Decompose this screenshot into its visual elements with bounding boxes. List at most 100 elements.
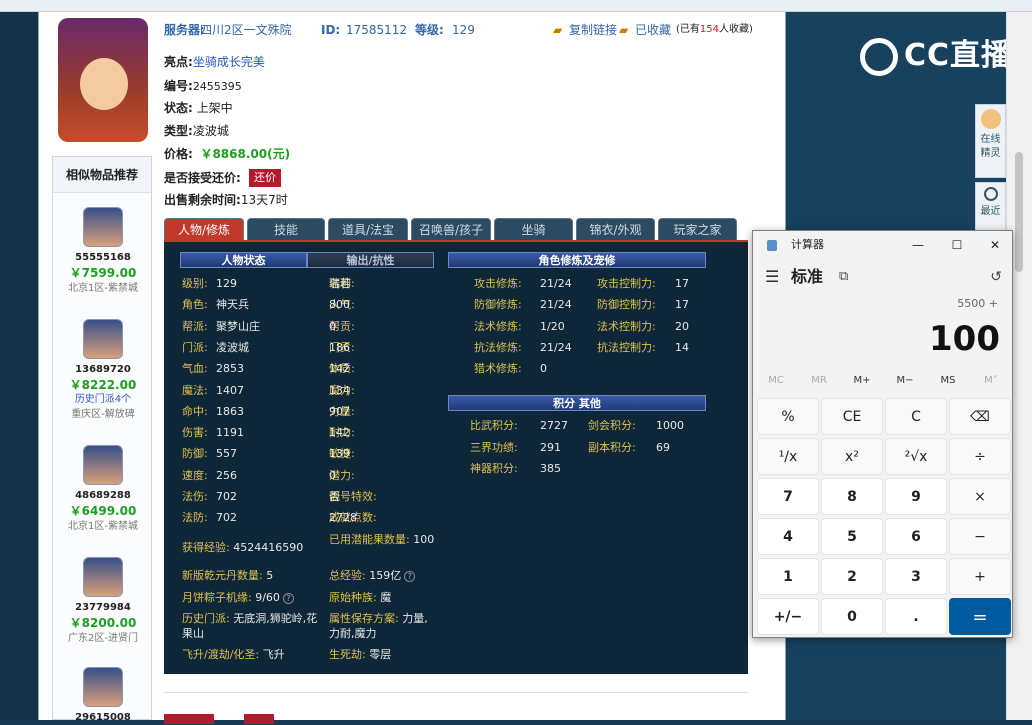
tab-items[interactable]: 道具/法宝 <box>328 218 408 240</box>
stat-label: 防御修炼: <box>474 298 522 312</box>
calc-key[interactable]: 7 <box>757 478 819 515</box>
minimize-icon[interactable]: — <box>903 231 933 259</box>
calculator-titlebar[interactable]: 计算器 — ☐ ✕ <box>753 231 1012 259</box>
calc-key[interactable]: ⌫ <box>949 398 1011 435</box>
stat-value: 1000 <box>656 419 684 432</box>
stat-row: 级别: 129 <box>182 276 237 292</box>
memory-button[interactable]: M+ <box>841 375 883 386</box>
calc-key[interactable]: 0 <box>821 598 883 635</box>
calc-key[interactable]: 9 <box>885 478 947 515</box>
stat-label: 法术控制力: <box>597 319 656 333</box>
calc-key[interactable]: x² <box>821 438 883 475</box>
online-assistant-button[interactable]: 在线精灵 <box>975 104 1006 178</box>
server-value[interactable]: 四川2区一文殊院 <box>200 20 292 40</box>
item-thumbnail[interactable] <box>83 445 123 485</box>
calc-key[interactable]: = <box>949 598 1011 635</box>
stat-row: 防御修炼: 21/24 <box>474 297 572 313</box>
history-icon[interactable]: ↺ <box>990 259 1002 295</box>
stat-value: 139 <box>329 447 350 461</box>
stat-row: 抗法控制力: 14 <box>597 340 689 356</box>
calc-key[interactable]: . <box>885 598 947 635</box>
menu-icon[interactable]: ☰ <box>765 259 779 295</box>
calc-key[interactable]: 1 <box>757 558 819 595</box>
action-button[interactable] <box>164 714 214 724</box>
similar-item[interactable]: 55555168 ￥7599.00 北京1区-紫禁城 <box>53 207 153 297</box>
stat-value: 129 <box>216 277 237 290</box>
similar-item[interactable]: 48689288 ￥6499.00 北京1区-紫禁城 <box>53 445 153 535</box>
item-thumbnail[interactable] <box>83 557 123 597</box>
stat-label: 伤害: <box>182 426 208 440</box>
calc-key[interactable]: C <box>885 398 947 435</box>
calc-key[interactable]: 5 <box>821 518 883 555</box>
stat-row: 法术修炼: 1/20 <box>474 319 565 335</box>
calc-key[interactable]: + <box>949 558 1011 595</box>
stat-row: 名称:瑞若 <box>329 277 355 290</box>
counter-offer-button[interactable]: 还价 <box>249 169 281 187</box>
stat-row: 靓号特效:否 <box>329 490 377 503</box>
calc-key[interactable]: 6 <box>885 518 947 555</box>
tab-pets[interactable]: 召唤兽/孩子 <box>411 218 491 240</box>
type-line: 类型:凌波城 <box>164 124 229 138</box>
tab-character[interactable]: 人物/修炼 <box>164 218 244 240</box>
highlight-line: 亮点:坐骑成长完美 <box>164 55 265 69</box>
stat-row: 命中: 1863 <box>182 404 244 420</box>
calc-key[interactable]: +/− <box>757 598 819 635</box>
left-background <box>0 12 38 720</box>
section-header-output[interactable]: 输出/抗性 <box>307 252 434 268</box>
calc-key[interactable]: ¹/x <box>757 438 819 475</box>
level-value: 129 <box>452 23 475 37</box>
tab-mounts[interactable]: 坐骑 <box>494 218 573 240</box>
stat-value: 702 <box>216 490 237 503</box>
calc-key[interactable]: − <box>949 518 1011 555</box>
calc-key[interactable]: × <box>949 478 1011 515</box>
section-header-status[interactable]: 人物状态 <box>180 252 307 268</box>
calc-key[interactable]: 3 <box>885 558 947 595</box>
similar-item[interactable]: 29615008 <box>53 667 153 725</box>
expression: 5500 + <box>957 297 998 310</box>
attr-plan-row: 属性保存方案: 力量,力耐,魔力 <box>329 612 428 640</box>
stat-row: 门贡:186 <box>329 340 355 354</box>
stat-row: 攻击修炼: 21/24 <box>474 276 572 292</box>
copy-link[interactable]: 复制链接 <box>569 20 617 40</box>
stat-label: 门派: <box>182 340 208 354</box>
calc-key[interactable]: ²√x <box>885 438 947 475</box>
stat-value: 557 <box>216 447 237 461</box>
memory-button[interactable]: MR <box>798 375 840 386</box>
calc-key[interactable]: 4 <box>757 518 819 555</box>
stat-value: 142 <box>329 362 350 376</box>
stat-row: 耐力:142 <box>329 426 355 440</box>
maximize-icon[interactable]: ☐ <box>942 231 972 259</box>
similar-item[interactable]: 13689720 ￥8222.00 历史门派4个 重庆区-解放碑 <box>53 319 153 423</box>
tab-home[interactable]: 玩家之家 <box>658 218 737 240</box>
similar-item[interactable]: 23779984 ￥8200.00 广东2区-进贤门 <box>53 557 153 647</box>
recent-button[interactable]: 最近 <box>975 182 1006 232</box>
action-button[interactable] <box>244 714 274 724</box>
stat-value: 1407 <box>216 383 244 397</box>
favorited-link[interactable]: 已收藏 <box>635 20 671 40</box>
favorite-count: (已有154人收藏) <box>676 24 753 35</box>
memory-button[interactable]: MC <box>755 375 797 386</box>
memory-button[interactable]: M˅ <box>970 375 1012 386</box>
calc-key[interactable]: % <box>757 398 819 435</box>
close-icon[interactable]: ✕ <box>980 231 1010 259</box>
keep-on-top-icon[interactable]: ⧉ <box>839 259 848 295</box>
memory-button[interactable]: MS <box>927 375 969 386</box>
calc-key[interactable]: 8 <box>821 478 883 515</box>
calc-key[interactable]: CE <box>821 398 883 435</box>
item-thumbnail[interactable] <box>83 667 123 707</box>
tab-skills[interactable]: 技能 <box>247 218 325 240</box>
section-header-cultivation: 角色修炼及宠修 <box>448 252 706 268</box>
calc-key[interactable]: ÷ <box>949 438 1011 475</box>
calc-key[interactable]: 2 <box>821 558 883 595</box>
browser-bookmarks-bar <box>0 0 1032 12</box>
item-thumbnail[interactable] <box>83 319 123 359</box>
help-icon[interactable]: ? <box>404 571 416 582</box>
stat-row: 伤害: 1191 <box>182 425 244 441</box>
item-thumbnail[interactable] <box>83 207 123 247</box>
server-label: 服务器: <box>164 23 205 37</box>
help-icon[interactable]: ? <box>282 593 294 604</box>
tab-appearance[interactable]: 锦衣/外观 <box>576 218 655 240</box>
assistant-avatar-icon <box>980 109 1001 129</box>
memory-button[interactable]: M− <box>884 375 926 386</box>
scrollbar-thumb[interactable] <box>1015 152 1023 272</box>
